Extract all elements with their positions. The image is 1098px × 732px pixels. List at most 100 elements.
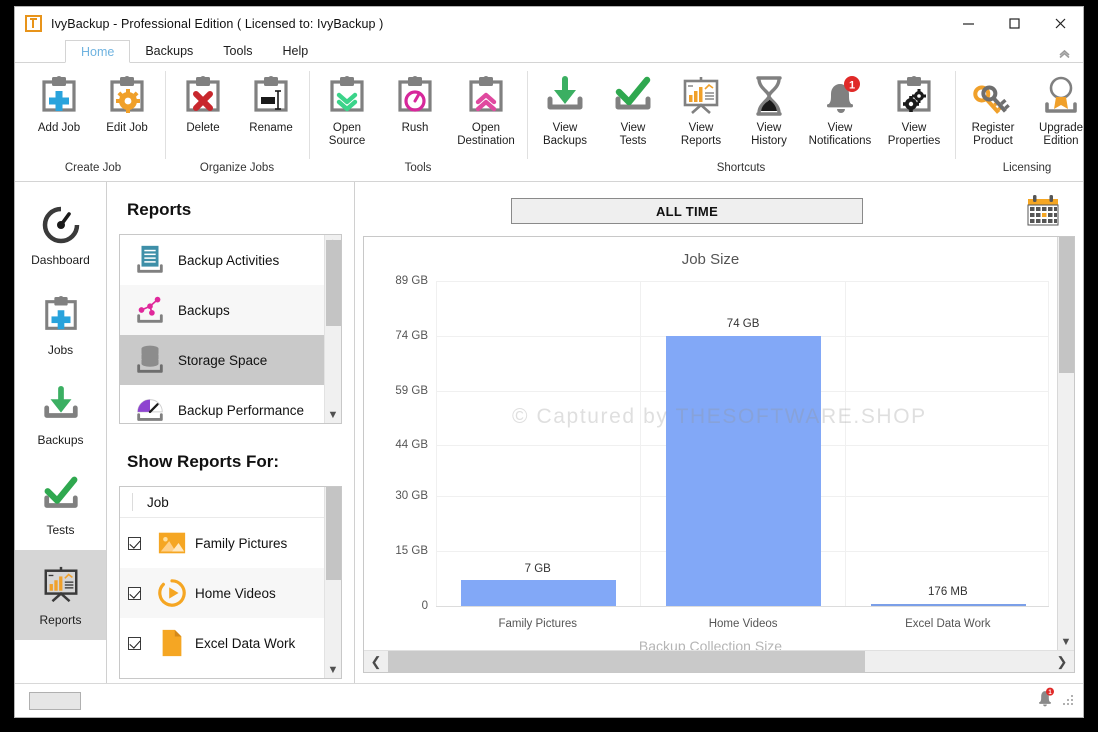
status-notification-button[interactable]: 1 [1035, 687, 1055, 714]
chevron-down-icon[interactable]: ▼ [328, 662, 339, 678]
sidebar-item-dashboard[interactable]: Dashboard [15, 190, 106, 280]
vertical-gridline [640, 281, 641, 606]
jobs-list: Job Family Pictures [119, 486, 342, 679]
sidebar-item-reports[interactable]: Reports [15, 550, 106, 640]
chevron-down-icon[interactable]: ▼ [1061, 634, 1072, 650]
time-range-button[interactable]: ALL TIME [511, 198, 863, 224]
table-row[interactable]: Family Pictures [120, 518, 324, 568]
close-icon[interactable] [1037, 7, 1083, 40]
x-axis-label: Excel Data Work [905, 618, 990, 630]
ribbon-button-delete[interactable]: Delete [169, 69, 237, 162]
sidebar-item-jobs[interactable]: Jobs [15, 280, 106, 370]
ribbon-button-view-reports[interactable]: View Reports [667, 69, 735, 162]
ribbon-button-upgrade-edition[interactable]: Upgrade Edition [1027, 69, 1095, 162]
bar-home-videos[interactable] [666, 336, 821, 606]
ribbon-button-register-product[interactable]: Register Product [959, 69, 1027, 162]
minimize-icon[interactable] [945, 7, 991, 40]
chart-horizontal-scrollbar[interactable]: ❮ ❯ [364, 650, 1074, 672]
reports-list-scrollbar[interactable]: ▲ ▼ [324, 235, 341, 423]
scrollbar-thumb[interactable] [326, 240, 341, 326]
ribbon-label-line1: View [553, 122, 578, 134]
resize-grip-icon[interactable] [1063, 695, 1075, 707]
table-row[interactable]: Excel Data Work [120, 618, 324, 668]
ribbon-button-view-tests[interactable]: View Tests [599, 69, 667, 162]
chevron-down-icon[interactable]: ▼ [328, 407, 339, 423]
tab-tools[interactable]: Tools [208, 40, 267, 63]
bell-icon: 1 [818, 73, 862, 119]
calendar-button[interactable] [1011, 194, 1075, 228]
ribbon-button-open-source[interactable]: Open Source [313, 69, 381, 162]
download-tray-icon [544, 73, 586, 119]
list-item-storage-space[interactable]: Storage Space [120, 335, 324, 385]
axis-line [436, 606, 1049, 607]
ribbon-button-view-history[interactable]: View History [735, 69, 803, 162]
ribbon-label: Rename [249, 122, 292, 135]
sidebar-item-label: Backups [37, 433, 83, 447]
main-content: ALL TIME [355, 182, 1083, 683]
ribbon-button-rename[interactable]: Rename [237, 69, 305, 162]
status-bar-button[interactable] [29, 692, 81, 710]
document-lines-icon [128, 243, 172, 277]
sidebar-item-backups[interactable]: Backups [15, 370, 106, 460]
ribbon-group-label: Tools [309, 162, 527, 181]
list-item[interactable]: Backup Activities [120, 235, 324, 285]
presentation-chart-icon [41, 563, 81, 607]
tab-help[interactable]: Help [267, 40, 323, 63]
ribbon-button-view-properties[interactable]: View Properties [877, 69, 951, 162]
bar-family-pictures[interactable] [461, 580, 616, 606]
chart-vertical-scrollbar[interactable]: ▲ ▼ [1057, 237, 1074, 650]
scrollbar-thumb[interactable] [326, 486, 341, 580]
y-axis-tick: 0 [422, 600, 428, 612]
job-checkbox-family-pictures[interactable] [128, 537, 141, 550]
ribbon-button-view-backups[interactable]: View Backups [531, 69, 599, 162]
check-tray-icon [41, 473, 81, 517]
job-checkbox-home-videos[interactable] [128, 587, 141, 600]
ribbon-button-view-notifications[interactable]: 1 View Notifications [803, 69, 877, 162]
ribbon-group-label: Organize Jobs [165, 162, 309, 181]
ribbon-button-add-job[interactable]: Add Job [25, 69, 93, 162]
chart-title: Job Size [364, 251, 1057, 268]
ribbon-label-line2: Backups [543, 135, 587, 147]
ribbon-tab-strip: Home Backups Tools Help [15, 40, 1083, 63]
purple-gauge-icon [128, 393, 172, 423]
clipboard-plus-icon [42, 293, 80, 337]
list-item[interactable]: Backups [120, 285, 324, 335]
ribbon-button-open-destination[interactable]: Open Destination [449, 69, 523, 162]
list-item-label: Storage Space [178, 353, 267, 368]
scrollbar-track[interactable] [388, 651, 1050, 673]
ribbon-label-line1: Open [333, 122, 361, 134]
list-item-label: Backups [178, 303, 230, 318]
clipboard-gears-icon [894, 73, 934, 119]
ribbon-label-line1: View [689, 122, 714, 134]
bar-excel-data-work[interactable] [871, 604, 1026, 606]
keys-icon [972, 73, 1014, 119]
y-axis-tick: 44 GB [395, 439, 428, 451]
clipboard-chevron-up-icon [466, 73, 506, 119]
tab-backups[interactable]: Backups [130, 40, 208, 63]
list-item[interactable]: Backup Performance [120, 385, 324, 423]
job-checkbox-excel-data-work[interactable] [128, 637, 141, 650]
scrollbar-thumb[interactable] [388, 651, 865, 673]
jobs-list-scrollbar[interactable]: ▲ ▼ [324, 487, 341, 678]
table-row[interactable]: Home Videos [120, 568, 324, 618]
notification-badge-count: 1 [849, 80, 855, 92]
database-stack-icon [128, 343, 172, 377]
ribbon-button-rush[interactable]: Rush [381, 69, 449, 162]
ribbon-label-line1: View [902, 122, 927, 134]
ribbon-group-organize-jobs: Delete [165, 63, 309, 181]
chart-panel: Job Size [363, 236, 1075, 673]
ribbon-group-create-job: Add Job [21, 63, 165, 181]
hourglass-icon [748, 73, 790, 119]
chevron-right-icon[interactable]: ❯ [1050, 654, 1074, 670]
scrollbar-thumb[interactable] [1059, 236, 1074, 373]
tab-home[interactable]: Home [65, 40, 130, 63]
chevron-up-icon[interactable] [1058, 46, 1071, 61]
sidebar-item-tests[interactable]: Tests [15, 460, 106, 550]
ribbon-button-edit-job[interactable]: Edit Job [93, 69, 161, 162]
jobs-column-header: Job [120, 487, 324, 518]
chevron-left-icon[interactable]: ❮ [364, 654, 388, 670]
bar-value-label: 74 GB [727, 318, 760, 330]
y-axis-tick: 59 GB [395, 385, 428, 397]
clipboard-plus-icon [39, 73, 79, 119]
maximize-icon[interactable] [991, 7, 1037, 40]
